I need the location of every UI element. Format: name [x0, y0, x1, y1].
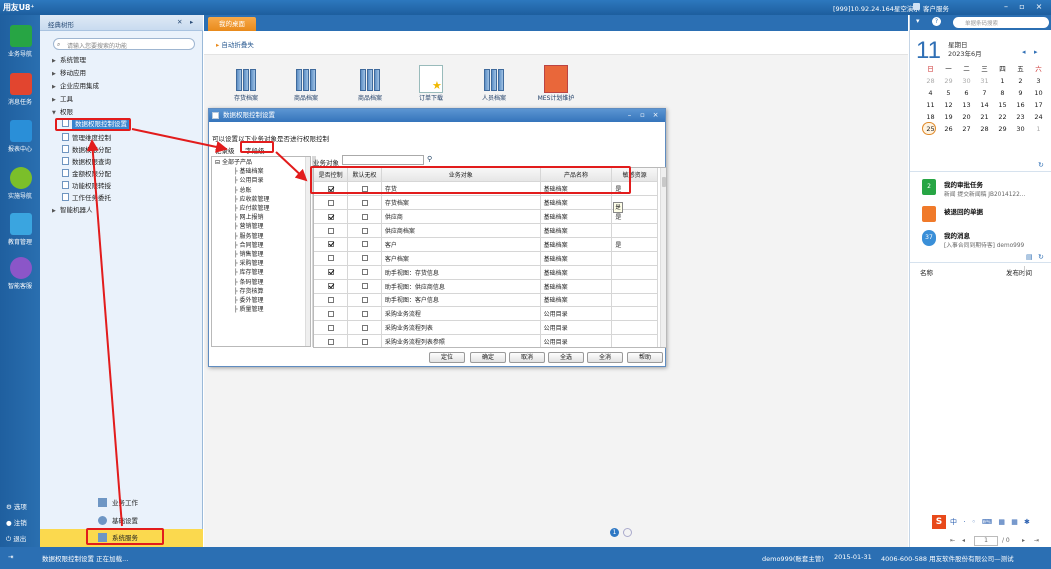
calendar-day[interactable]: 24: [1030, 111, 1047, 123]
right-toolbar: ▾ ? 单据条码搜索: [910, 15, 1051, 30]
calendar-day[interactable]: 8: [994, 87, 1011, 99]
calendar-month: 2023年6月: [948, 50, 982, 58]
col-separator: [1024, 266, 1025, 276]
weekday-label: 日: [927, 65, 934, 73]
calendar-day[interactable]: 29: [940, 75, 957, 87]
calendar-day[interactable]: 30: [958, 75, 975, 87]
calendar-day[interactable]: 27: [958, 123, 975, 135]
barcode-search-input[interactable]: 单据条码搜索: [953, 17, 1049, 28]
calendar-day[interactable]: 1: [994, 75, 1011, 87]
calendar-day[interactable]: 16: [1012, 99, 1029, 111]
calendar-day[interactable]: 3: [1030, 75, 1047, 87]
calendar-day[interactable]: 11: [922, 99, 939, 111]
list-col-name[interactable]: 名称: [920, 267, 933, 277]
refresh-icon[interactable]: ↻: [1038, 161, 1044, 169]
weekday-label: 四: [999, 65, 1006, 73]
calendar-big-day: 11: [916, 37, 941, 64]
calendar-day[interactable]: 26: [940, 123, 957, 135]
calendar-day[interactable]: 19: [940, 111, 957, 123]
weekday-label: 二: [963, 65, 970, 73]
calendar-day[interactable]: 28: [976, 123, 993, 135]
calendar-day[interactable]: 17: [1030, 99, 1047, 111]
calendar-day[interactable]: 22: [994, 111, 1011, 123]
calendar-week: 4 5 6 7 8 9 10: [922, 87, 1050, 99]
ime-toolbar[interactable]: 中 · ◦ ⌨ ▦ ▦ ✱: [950, 517, 1032, 527]
divider: [910, 262, 1051, 263]
calendar-week: 11 12 13 14 15 16 17: [922, 99, 1050, 111]
first-page-icon[interactable]: ⇤: [950, 537, 955, 544]
calendar-day[interactable]: 25: [922, 123, 939, 135]
annotation-arrow-dialog: [131, 128, 228, 153]
status-left: 数据权限控制设置 正在加载...: [42, 555, 129, 563]
status-user: demo999(账套主管): [762, 555, 824, 563]
page-total: / 0: [1002, 537, 1010, 544]
calendar-day[interactable]: 10: [1030, 87, 1047, 99]
msg-my-messages[interactable]: 37 我的消息 [入事合同到期待客] demo999: [910, 228, 1051, 254]
calendar-week: 25 26 27 28 29 30 1: [922, 123, 1050, 135]
msg-returned-docs[interactable]: 被退回的单据: [910, 204, 1051, 230]
calendar-day[interactable]: 15: [994, 99, 1011, 111]
calendar-day[interactable]: 2: [1012, 75, 1029, 87]
calendar-day[interactable]: 29: [994, 123, 1011, 135]
status-arrow-icon[interactable]: ⇥: [8, 553, 13, 561]
status-hotline: 4006-600-588 用友软件股份有限公司—测试: [881, 555, 1014, 563]
down-arrow-icon[interactable]: ▾: [916, 17, 920, 25]
app-window: 用友U8⁺ [999]10.92.24.164星空演示 客户服务 – ▫ × 业…: [0, 0, 1051, 569]
calendar-day[interactable]: 5: [940, 87, 957, 99]
calendar-day[interactable]: 30: [1012, 123, 1029, 135]
calendar-day[interactable]: 14: [976, 99, 993, 111]
calendar-day[interactable]: 6: [958, 87, 975, 99]
calendar-week: 18 19 20 21 22 23 24: [922, 111, 1050, 123]
msg-approval-tasks[interactable]: 2 我的审批任务 新闻 提交新闻稿 JB2014122...: [910, 177, 1051, 203]
calendar-day[interactable]: 20: [958, 111, 975, 123]
calendar-day[interactable]: 31: [976, 75, 993, 87]
returned-doc-icon: [922, 206, 936, 222]
prev-page-icon[interactable]: ◂: [962, 537, 965, 544]
refresh-icon[interactable]: ↻: [1038, 253, 1044, 261]
calendar-day[interactable]: 4: [922, 87, 939, 99]
annotation-arrows: [86, 128, 308, 527]
right-panel: ▾ ? 单据条码搜索 11 星期日 2023年6月 ◂ ▸ 日一二三四五六 28 2…: [909, 15, 1051, 547]
weekday-label: 三: [981, 65, 988, 73]
list-col-time[interactable]: 发布时间: [1006, 267, 1032, 277]
calendar-day[interactable]: 1: [1030, 123, 1047, 135]
approval-icon: 2: [922, 179, 936, 195]
annotation-arrow-up: [86, 139, 123, 527]
next-month-icon[interactable]: ▸: [1034, 48, 1038, 56]
ime-logo-icon[interactable]: S: [932, 515, 946, 529]
calendar-day[interactable]: 21: [976, 111, 993, 123]
calendar-day[interactable]: 7: [976, 87, 993, 99]
next-page-icon[interactable]: ▸: [1022, 537, 1025, 544]
calendar-week: 28 29 30 31 1 2 3: [922, 75, 1050, 87]
list-icon[interactable]: ▤: [1026, 253, 1033, 261]
weekday-label: 五: [1017, 65, 1024, 73]
status-date: 2015-01-31: [834, 553, 872, 561]
calendar-day[interactable]: 23: [1012, 111, 1029, 123]
weekday-label: 一: [945, 65, 952, 73]
calendar-day[interactable]: 18: [922, 111, 939, 123]
page-number-input[interactable]: 1: [974, 536, 998, 546]
calendar-day[interactable]: 13: [958, 99, 975, 111]
calendar-day[interactable]: 28: [922, 75, 939, 87]
weekday-label: 六: [1035, 65, 1042, 73]
message-bubble-icon: 37: [922, 230, 936, 246]
help-icon[interactable]: ?: [932, 17, 941, 26]
prev-month-icon[interactable]: ◂: [1022, 48, 1026, 56]
calendar-day[interactable]: 9: [1012, 87, 1029, 99]
annotation-arrow-row: [275, 151, 308, 182]
calendar-week-header: 日一二三四五六: [922, 63, 1050, 75]
calendar-day[interactable]: 12: [940, 99, 957, 111]
last-page-icon[interactable]: ⇥: [1034, 537, 1039, 544]
status-bar: ⇥ 数据权限控制设置 正在加载... demo999(账套主管) 2015-01…: [0, 547, 1051, 569]
divider: [910, 171, 1051, 172]
